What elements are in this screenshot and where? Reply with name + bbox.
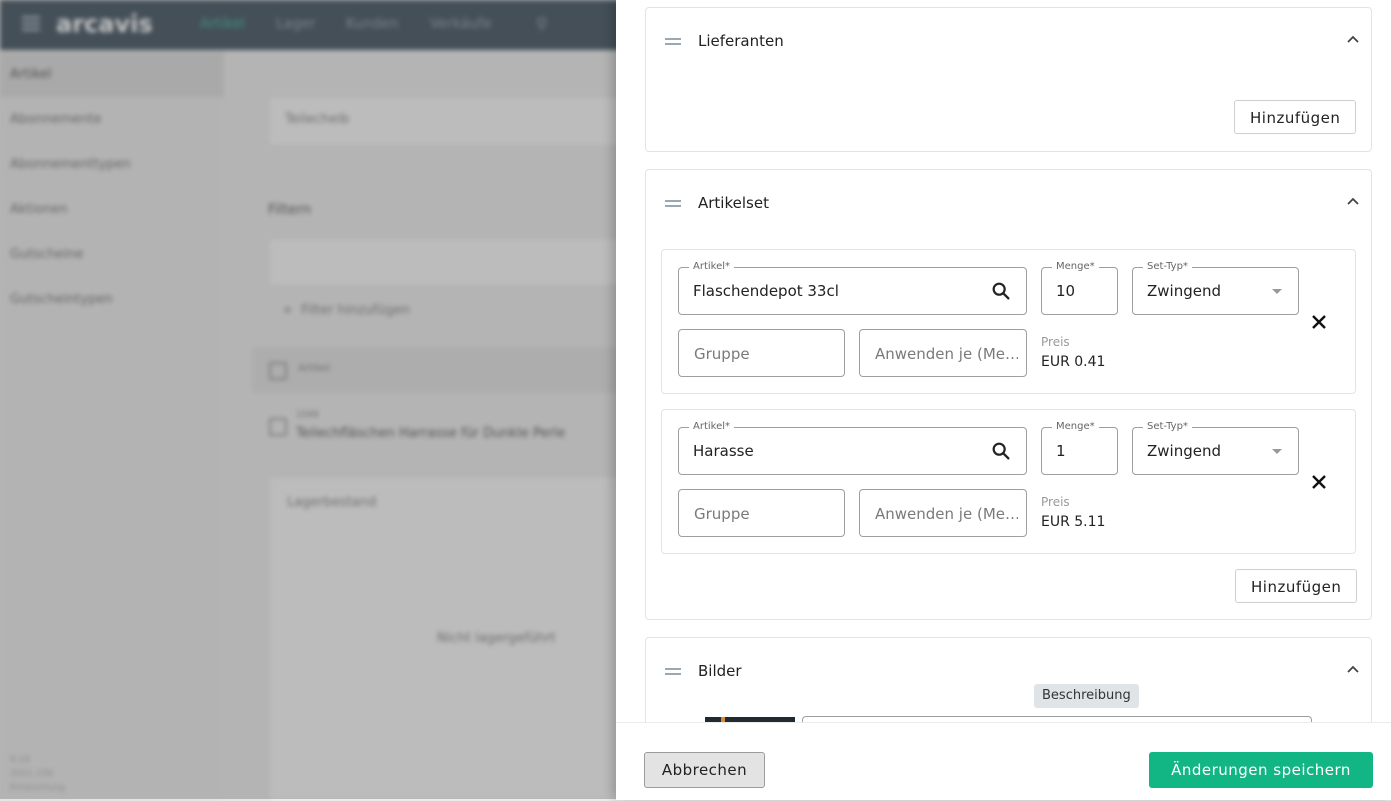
add-supplier-button[interactable]: Hinzufügen [1234,100,1357,134]
drag-handle-icon[interactable] [665,668,681,670]
price-value: EUR 5.11 [1041,514,1106,530]
drag-handle-icon[interactable] [665,200,681,202]
chevron-up-icon[interactable] [1345,662,1361,678]
quantity-field[interactable]: Menge* 10 [1041,260,1118,315]
dropdown-caret-icon [1272,449,1282,454]
apply-per-field[interactable]: Anwenden je (Me… [859,489,1027,537]
search-icon[interactable] [990,280,1012,302]
drag-handle-icon[interactable] [665,38,681,40]
card-articleset-title: Artikelset [698,194,769,212]
card-suppliers-header[interactable]: Lieferanten [646,8,1371,70]
description-badge: Beschreibung [1034,684,1139,708]
card-suppliers-title: Lieferanten [698,32,784,50]
card-suppliers: Lieferanten Hinzufügen [645,7,1372,152]
save-changes-button[interactable]: Änderungen speichern [1149,752,1373,788]
card-articleset: Artikelset Artikel* Flaschendepot 33cl M… [645,169,1372,620]
card-images-header[interactable]: Bilder [646,638,1371,700]
add-article-button[interactable]: Hinzufügen [1235,569,1358,603]
card-images: Bilder Beschreibung [645,637,1372,722]
remove-row-icon[interactable] [1309,312,1329,332]
articleset-row: Artikel* Harasse Menge* 1 Set-Typ* Zwing… [661,409,1356,554]
apply-per-field[interactable]: Anwenden je (Me… [859,329,1027,377]
search-icon[interactable] [990,440,1012,462]
articleset-row: Artikel* Flaschendepot 33cl Menge* 10 Se… [661,249,1356,394]
drawer-scroll-area[interactable]: Lieferanten Hinzufügen Artikelset Artike… [616,0,1391,722]
article-field[interactable]: Artikel* Flaschendepot 33cl [678,260,1027,315]
drawer-footer: Abbrechen Änderungen speichern [616,722,1391,800]
edit-drawer: Lieferanten Hinzufügen Artikelset Artike… [616,0,1391,800]
group-field[interactable]: Gruppe [678,329,845,377]
price-label: Preis [1041,495,1070,509]
cancel-button[interactable]: Abbrechen [644,752,765,788]
quantity-field[interactable]: Menge* 1 [1041,420,1118,475]
card-images-title: Bilder [698,662,742,680]
dropdown-caret-icon [1272,289,1282,294]
chevron-up-icon[interactable] [1345,194,1361,210]
set-type-select[interactable]: Set-Typ* Zwingend [1132,420,1299,475]
remove-row-icon[interactable] [1309,472,1329,492]
group-field[interactable]: Gruppe [678,489,845,537]
price-label: Preis [1041,335,1070,349]
article-field[interactable]: Artikel* Harasse [678,420,1027,475]
set-type-select[interactable]: Set-Typ* Zwingend [1132,260,1299,315]
chevron-up-icon[interactable] [1345,32,1361,48]
price-value: EUR 0.41 [1041,354,1106,370]
card-articleset-header[interactable]: Artikelset [646,170,1371,232]
